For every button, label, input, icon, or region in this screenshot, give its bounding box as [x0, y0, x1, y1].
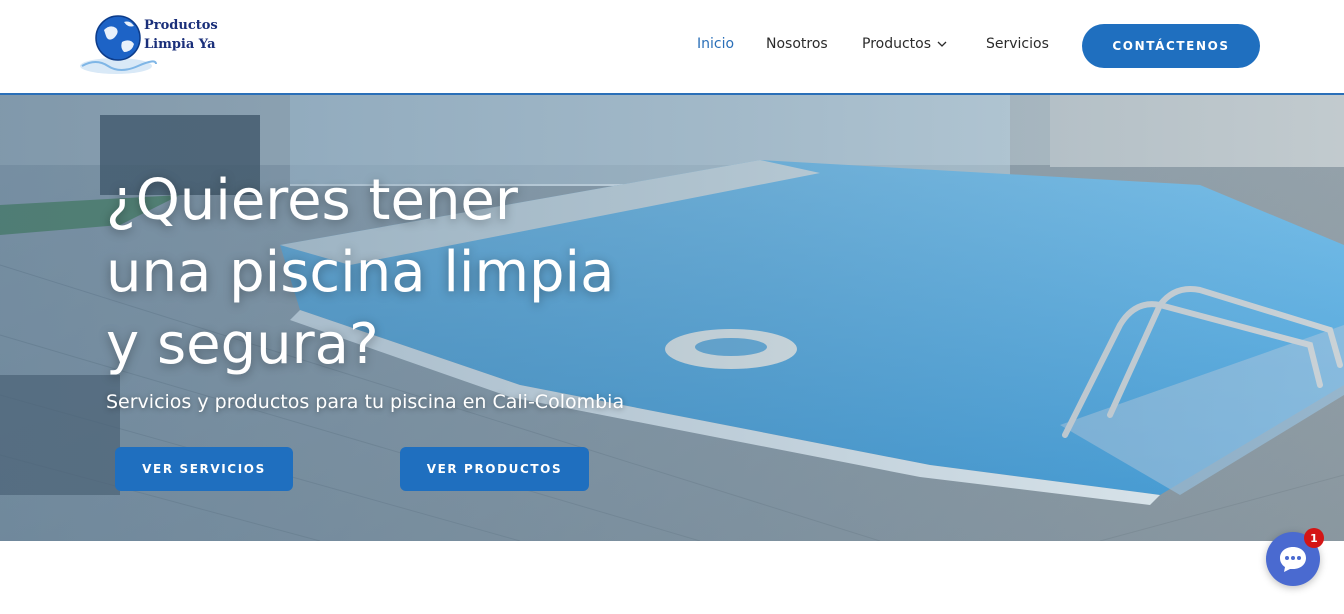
chat-notification-badge: 1: [1304, 528, 1324, 548]
ver-productos-button[interactable]: VER PRODUCTOS: [400, 447, 589, 491]
hero-title-line-1: ¿Quieres tener: [106, 168, 518, 233]
logo-text: Productos Limpia Ya: [144, 16, 218, 54]
nav-item-nosotros[interactable]: Nosotros: [766, 36, 828, 52]
logo-line-1: Productos: [144, 18, 218, 33]
nav-item-productos[interactable]: Productos: [862, 36, 947, 52]
site-header: Productos Limpia Ya Inicio Nosotros Prod…: [0, 0, 1344, 95]
nav-item-inicio[interactable]: Inicio: [697, 36, 734, 52]
ver-servicios-button[interactable]: VER SERVICIOS: [115, 447, 293, 491]
hero-section: ¿Quieres tener una piscina limpia y segu…: [0, 95, 1344, 541]
logo-line-2: Limpia Ya: [144, 37, 216, 52]
nav-item-servicios[interactable]: Servicios: [986, 36, 1049, 52]
chevron-down-icon: [937, 41, 947, 47]
hero-title: ¿Quieres tener una piscina limpia y segu…: [106, 165, 726, 381]
hero-subtitle: Servicios y productos para tu piscina en…: [106, 391, 625, 413]
nav-item-productos-label: Productos: [862, 36, 932, 52]
hero-title-line-2: una piscina limpia: [106, 240, 615, 305]
hero-title-line-3: y segura?: [106, 312, 379, 377]
chat-bubble-icon: [1280, 547, 1306, 572]
contact-button[interactable]: CONTÁCTENOS: [1082, 24, 1260, 68]
logo[interactable]: Productos Limpia Ya: [78, 8, 218, 78]
